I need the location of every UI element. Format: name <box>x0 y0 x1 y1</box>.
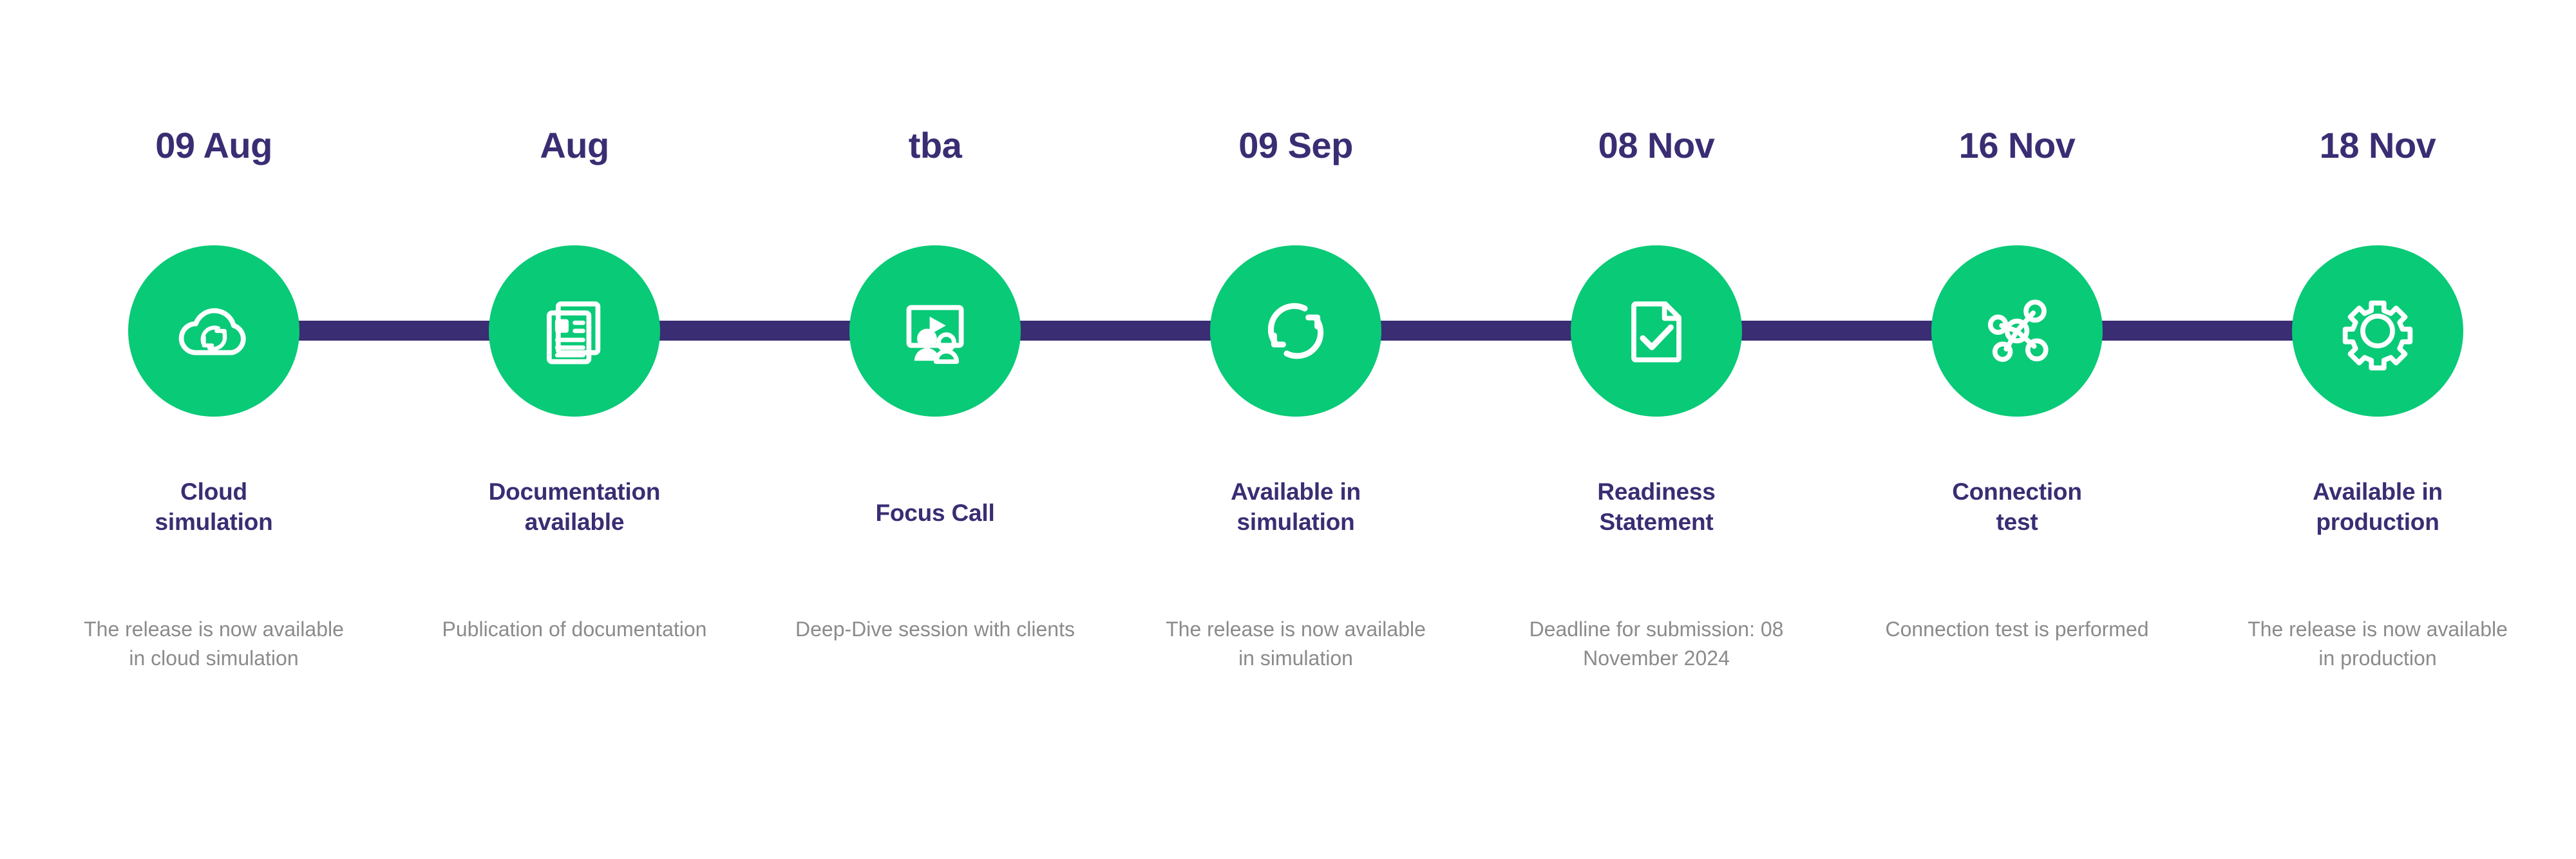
milestone-icon-badge <box>755 245 1115 417</box>
milestone-title-line-1: Readiness <box>1597 478 1716 505</box>
refresh-sync-icon <box>1267 303 1324 359</box>
milestone-icon-badge <box>1837 245 2197 417</box>
milestone-description: The release is now available in cloud si… <box>84 618 344 670</box>
icon-circle <box>1931 245 2103 417</box>
icon-circle <box>128 245 299 417</box>
icon-circle <box>849 245 1021 417</box>
milestone-date: 09 Aug <box>155 125 272 165</box>
milestone-icon-badge <box>2197 245 2558 417</box>
document-check-icon <box>1631 301 1681 363</box>
milestone-icon-badge <box>33 245 394 417</box>
presentation-people-icon <box>906 305 964 364</box>
icon-circle <box>1210 245 1381 417</box>
milestone-title: Readiness Statement <box>1508 477 1804 538</box>
timeline-milestone-connection-test: 16 Nov Connection test Connection test i… <box>1837 0 2197 859</box>
timeline-milestone-readiness-statement: 08 Nov Readiness Statement Deadline for … <box>1476 0 1837 859</box>
milestone-description: The release is now available in producti… <box>2248 618 2508 670</box>
timeline-milestone-available-in-simulation: 09 Sep Available in simulation The relea… <box>1115 0 1476 859</box>
milestone-description: Publication of documentation <box>442 618 707 641</box>
milestone-title-line-2: production <box>2316 509 2439 536</box>
timeline-milestone-available-in-production: 18 Nov Available in production The relea… <box>2197 0 2558 859</box>
milestone-date: 18 Nov <box>2319 125 2436 165</box>
milestone-title: Available in simulation <box>1148 477 1444 538</box>
milestone-title: Documentation available <box>426 477 723 538</box>
milestone-title: Cloud simulation <box>66 477 362 538</box>
icon-circle <box>1571 245 1742 417</box>
milestone-date: 16 Nov <box>1958 125 2076 165</box>
gear-icon <box>2342 300 2413 371</box>
milestone-description: Connection test is performed <box>1885 618 2149 641</box>
milestone-description: Deep-Dive session with clients <box>795 618 1075 641</box>
timeline-milestone-documentation-available: Aug Documentation available Publication … <box>394 0 755 859</box>
milestone-title: Connection test <box>1869 477 2165 538</box>
milestone-title-line-1: Documentation <box>488 478 661 505</box>
milestone-title-line-2: simulation <box>1236 509 1355 536</box>
icon-circle <box>2292 245 2463 417</box>
milestone-title: Focus Call <box>787 498 1083 528</box>
milestone-title-line-1: Cloud <box>180 478 247 505</box>
milestone-title: Available in production <box>2230 477 2526 538</box>
milestone-title-line-1: Available in <box>1231 478 1361 505</box>
milestone-title-line-2: available <box>524 509 625 536</box>
milestone-title-line-1: Available in <box>2313 478 2443 505</box>
milestone-title-line-1: Connection <box>1952 478 2082 505</box>
milestone-title-line-2: simulation <box>155 509 273 536</box>
network-nodes-icon <box>1987 299 2049 362</box>
timeline-milestone-list: 09 Aug Cloud simulation The release is n… <box>0 0 2576 859</box>
milestone-description: Deadline for submission: 08 November 202… <box>1529 618 1784 670</box>
milestone-date: 08 Nov <box>1598 125 1715 165</box>
milestone-title-line-2: Statement <box>1599 509 1714 536</box>
milestone-icon-badge <box>394 245 755 417</box>
timeline-milestone-cloud-simulation: 09 Aug Cloud simulation The release is n… <box>33 0 394 859</box>
milestone-icon-badge <box>1115 245 1476 417</box>
cloud-sync-icon <box>178 308 246 355</box>
timeline-milestone-focus-call: tba Focus Call Deep-Dive session with cl… <box>755 0 1115 859</box>
milestone-date: tba <box>908 125 962 165</box>
milestone-date: 09 Sep <box>1238 125 1353 165</box>
documents-icon <box>546 301 601 364</box>
milestone-title-line-1: Focus Call <box>875 500 995 526</box>
milestone-date: Aug <box>540 125 609 165</box>
milestone-icon-badge <box>1476 245 1837 417</box>
timeline-infographic: 09 Aug Cloud simulation The release is n… <box>0 0 2576 859</box>
icon-circle <box>489 245 660 417</box>
milestone-description: The release is now available in simulati… <box>1166 618 1426 670</box>
milestone-title-line-2: test <box>1996 509 2038 536</box>
